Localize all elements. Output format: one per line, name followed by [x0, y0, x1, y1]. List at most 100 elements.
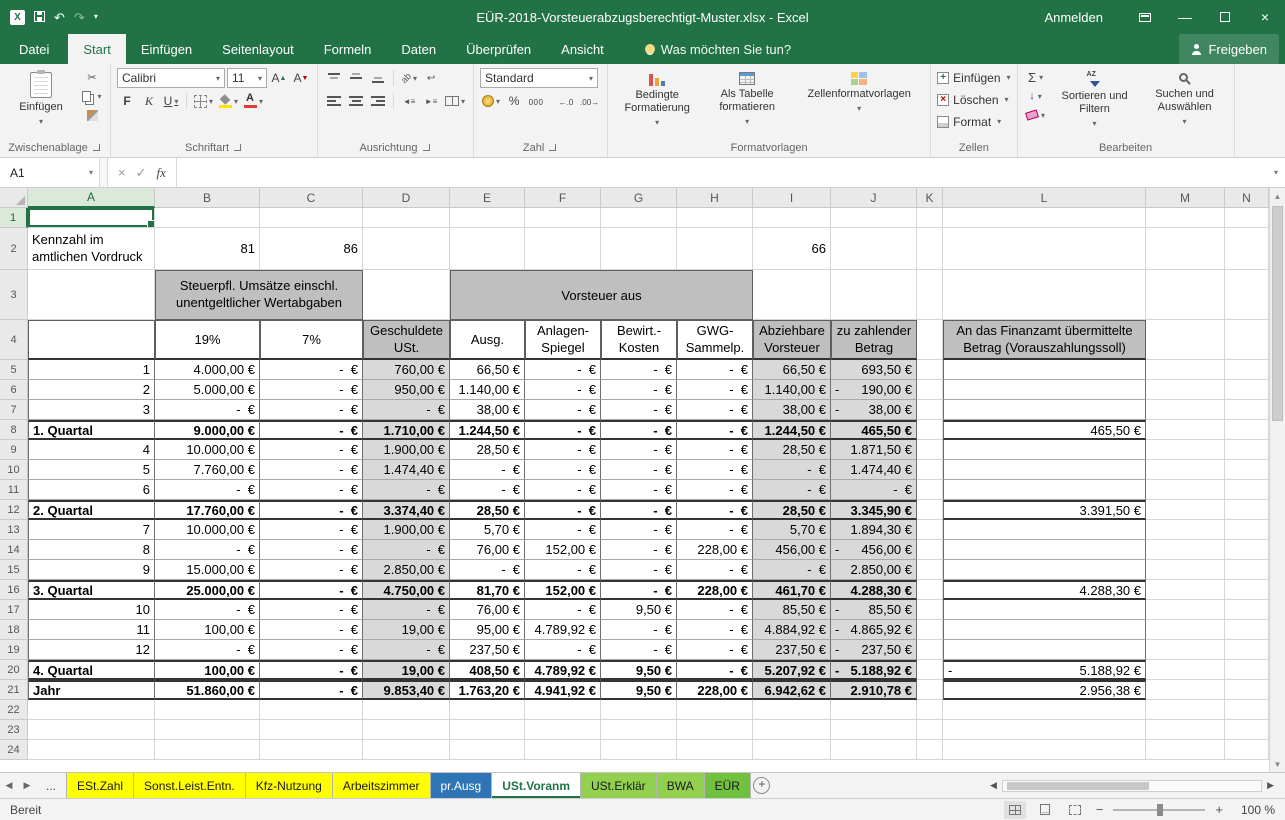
cell-M23[interactable] — [1146, 720, 1225, 740]
cell-B23[interactable] — [155, 720, 260, 740]
window-minimize-button[interactable]: — — [1165, 0, 1205, 34]
number-format-select[interactable]: Standard — [480, 68, 598, 88]
cell-G9[interactable]: - € — [601, 440, 677, 460]
cell-G24[interactable] — [601, 740, 677, 760]
top-align-button[interactable] — [324, 68, 344, 88]
row-header-3[interactable]: 3 — [0, 270, 28, 320]
row-header-15[interactable]: 15 — [0, 560, 28, 580]
cell-M5[interactable] — [1146, 360, 1225, 380]
cell-L23[interactable] — [943, 720, 1146, 740]
cell-E1[interactable] — [450, 208, 525, 228]
cell-A3[interactable] — [28, 270, 155, 320]
cell-D18[interactable]: 19,00 € — [363, 620, 450, 640]
cell-K5[interactable] — [917, 360, 943, 380]
cell-I8[interactable]: 1.244,50 € — [753, 420, 831, 440]
cell-E11[interactable]: - € — [450, 480, 525, 500]
cell-J15[interactable]: 2.850,00 € — [831, 560, 917, 580]
sheet-tab-ust.erklär[interactable]: USt.Erklär — [581, 773, 657, 798]
tab-datei[interactable]: Datei — [0, 34, 68, 64]
cell-D17[interactable]: - € — [363, 600, 450, 620]
cell-L16[interactable]: 4.288,30 € — [943, 580, 1146, 600]
clipboard-dialog-launcher[interactable] — [92, 143, 102, 153]
clear-button[interactable] — [1024, 106, 1048, 124]
page-layout-view-button[interactable] — [1034, 801, 1056, 819]
sheet-tab-eür[interactable]: EÜR — [705, 773, 751, 798]
cell-D16[interactable]: 4.750,00 € — [363, 580, 450, 600]
row-header-23[interactable]: 23 — [0, 720, 28, 740]
cell-E22[interactable] — [450, 700, 525, 720]
cell-I17[interactable]: 85,50 € — [753, 600, 831, 620]
cell-F22[interactable] — [525, 700, 601, 720]
cell-H17[interactable]: - € — [677, 600, 753, 620]
cell-E16[interactable]: 81,70 € — [450, 580, 525, 600]
cell-I13[interactable]: 5,70 € — [753, 520, 831, 540]
autosum-button[interactable]: Σ — [1024, 68, 1048, 86]
cell-C8[interactable]: - € — [260, 420, 363, 440]
cell-A13[interactable]: 7 — [28, 520, 155, 540]
alignment-dialog-launcher[interactable] — [422, 143, 432, 153]
cell-K16[interactable] — [917, 580, 943, 600]
cell-M8[interactable] — [1146, 420, 1225, 440]
enter-entry-icon[interactable]: ✓ — [136, 165, 147, 181]
cell-H13[interactable]: - € — [677, 520, 753, 540]
cell-E7[interactable]: 38,00 € — [450, 400, 525, 420]
cell-I11[interactable]: - € — [753, 480, 831, 500]
cell-H9[interactable]: - € — [677, 440, 753, 460]
cell-E4[interactable]: Ausg. — [450, 320, 525, 360]
cell-D3[interactable] — [363, 270, 450, 320]
cell-F15[interactable]: - € — [525, 560, 601, 580]
cell-G17[interactable]: 9,50 € — [601, 600, 677, 620]
cell-G10[interactable]: - € — [601, 460, 677, 480]
cell-G13[interactable]: - € — [601, 520, 677, 540]
vertical-scrollbar-thumb[interactable] — [1272, 206, 1283, 421]
delete-cells-button[interactable]: ×Löschen — [937, 90, 1008, 109]
row-header-14[interactable]: 14 — [0, 540, 28, 560]
cell-L22[interactable] — [943, 700, 1146, 720]
cell-H16[interactable]: 228,00 € — [677, 580, 753, 600]
cell-A17[interactable]: 10 — [28, 600, 155, 620]
cell-D21[interactable]: 9.853,40 € — [363, 680, 450, 700]
row-header-2[interactable]: 2 — [0, 228, 28, 270]
cell-J20[interactable]: -5.188,92 € — [831, 660, 917, 680]
cell-I19[interactable]: 237,50 € — [753, 640, 831, 660]
cell-C7[interactable]: - € — [260, 400, 363, 420]
cell-D2[interactable] — [363, 228, 450, 270]
cell-B21[interactable]: 51.860,00 € — [155, 680, 260, 700]
cell-I4[interactable]: Abziehbare Vorsteuer — [753, 320, 831, 360]
cell-C15[interactable]: - € — [260, 560, 363, 580]
cell-H24[interactable] — [677, 740, 753, 760]
cell-N14[interactable] — [1225, 540, 1269, 560]
cell-L7[interactable] — [943, 400, 1146, 420]
cell-L3[interactable] — [943, 270, 1146, 320]
zoom-slider-thumb[interactable] — [1157, 804, 1163, 816]
cell-I9[interactable]: 28,50 € — [753, 440, 831, 460]
cell-L5[interactable] — [943, 360, 1146, 380]
cell-J9[interactable]: 1.871,50 € — [831, 440, 917, 460]
font-name-select[interactable]: Calibri — [117, 68, 225, 88]
zoom-level[interactable]: 100 % — [1233, 803, 1275, 817]
row-header-7[interactable]: 7 — [0, 400, 28, 420]
cell-A22[interactable] — [28, 700, 155, 720]
cell-A10[interactable]: 5 — [28, 460, 155, 480]
cell-F23[interactable] — [525, 720, 601, 740]
cell-N6[interactable] — [1225, 380, 1269, 400]
cell-A9[interactable]: 4 — [28, 440, 155, 460]
cell-E12[interactable]: 28,50 € — [450, 500, 525, 520]
cell-K14[interactable] — [917, 540, 943, 560]
cell-L10[interactable] — [943, 460, 1146, 480]
cell-B5[interactable]: 4.000,00 € — [155, 360, 260, 380]
cell-H20[interactable]: - € — [677, 660, 753, 680]
cell-A19[interactable]: 12 — [28, 640, 155, 660]
col-header-J[interactable]: J — [831, 188, 917, 208]
cell-B16[interactable]: 25.000,00 € — [155, 580, 260, 600]
cell-F20[interactable]: 4.789,92 € — [525, 660, 601, 680]
cell-K12[interactable] — [917, 500, 943, 520]
cell-B7[interactable]: - € — [155, 400, 260, 420]
cell-L8[interactable]: 465,50 € — [943, 420, 1146, 440]
cell-styles-button[interactable]: Zellenformatvorlagen — [794, 68, 924, 118]
col-header-D[interactable]: D — [363, 188, 450, 208]
cell-I5[interactable]: 66,50 € — [753, 360, 831, 380]
cell-I7[interactable]: 38,00 € — [753, 400, 831, 420]
cell-H7[interactable]: - € — [677, 400, 753, 420]
cell-B14[interactable]: - € — [155, 540, 260, 560]
